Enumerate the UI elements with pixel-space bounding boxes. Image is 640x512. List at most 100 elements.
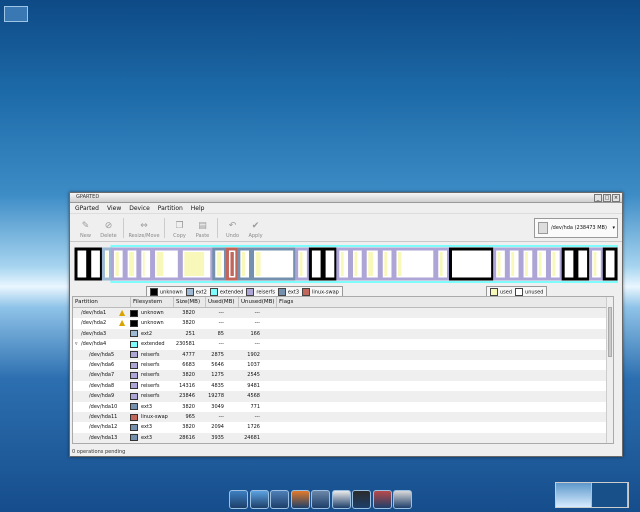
used-space-fill [497,252,501,276]
delete-button[interactable]: ⊘ Delete [97,221,120,241]
partition-block[interactable] [506,247,522,281]
table-row[interactable]: /dev/hda9 reiserfs 23846 19278 4568 [73,391,613,402]
resize-move-button[interactable]: ⇔ Resize/Move [127,221,161,241]
partition-block[interactable] [393,247,437,281]
partition-block[interactable] [363,247,381,281]
partition-block[interactable] [138,247,154,281]
partition-block[interactable] [520,247,536,281]
col-used[interactable]: Used(MB) [206,297,239,307]
filesystem-cell: reiserfs [128,381,168,391]
partition-block[interactable] [561,247,577,281]
table-row[interactable]: /dev/hda12 ext3 3820 2094 1726 [73,422,613,432]
partition-block[interactable] [589,247,604,281]
table-row[interactable]: /dev/hda6 reiserfs 6683 5646 1037 [73,360,613,370]
settings-icon[interactable] [311,490,330,509]
vertical-scrollbar[interactable] [606,297,613,443]
col-flags[interactable]: Flags [277,297,613,307]
partition-block[interactable] [322,247,338,281]
table-row[interactable]: /dev/hda13 ext3 28616 3935 24681 [73,432,613,443]
partition-block[interactable] [88,247,103,281]
table-row[interactable]: /dev/hda5 reiserfs 4777 2875 1902 [73,349,613,360]
partition-block[interactable] [295,247,310,281]
table-row[interactable]: /dev/hda8 reiserfs 14316 4835 9481 [73,381,613,391]
maximize-button[interactable]: □ [603,194,611,202]
media-icon[interactable] [331,490,351,509]
partition-name: /dev/hda12 [89,424,118,431]
used-space-fill [439,252,443,276]
used-space-fill [216,252,222,276]
desktop-icon[interactable] [4,6,28,22]
partition-block[interactable] [448,247,495,281]
workspace-1[interactable] [556,483,592,507]
undo-button[interactable]: ↶ Undo [221,221,244,241]
table-row[interactable]: /dev/hda2 ▲ unknown 3820 --- --- [73,318,613,328]
col-filesystem[interactable]: Filesystem [131,297,174,307]
workspace-2[interactable] [592,483,628,507]
table-row[interactable]: /dev/hda11 linux-swap 965 --- --- [73,411,613,423]
used-space-fill [129,252,134,276]
partition-block[interactable] [179,247,214,281]
table-row[interactable]: /dev/hda10 ext3 3820 3049 771 [73,402,613,412]
table-row[interactable]: ▿/dev/hda4 extended 230581 --- --- [73,339,613,349]
partition-block[interactable] [336,247,352,281]
table-row[interactable]: /dev/hda3 ext2 251 85 166 [73,328,613,340]
paste-button[interactable]: ▤ Paste [191,221,214,241]
packages-icon[interactable] [393,490,412,509]
workspace-pager[interactable] [555,482,629,508]
unused-cell: 1037 [247,361,260,368]
file-manager-icon[interactable] [270,490,289,509]
menu-partition[interactable]: Partition [158,205,183,212]
scrollbar-thumb[interactable] [608,307,612,357]
window-title: GPARTED [76,194,100,200]
minimize-button[interactable]: _ [594,194,602,202]
partition-block[interactable] [575,247,591,281]
table-row[interactable]: /dev/hda1 ▲ unknown 3820 --- --- [73,308,613,319]
partition-block[interactable] [74,247,90,281]
partition-block[interactable] [124,247,140,281]
close-button[interactable]: × [612,194,620,202]
menu-help[interactable]: Help [191,205,205,212]
partition-block[interactable] [152,247,181,281]
monitor-icon[interactable] [229,490,248,509]
filesystem-name: ext3 [141,434,153,441]
partition-block[interactable] [547,247,563,281]
partition-outline [322,247,338,281]
used-space-fill [593,252,597,276]
menu-gparted[interactable]: GParted [75,205,99,212]
partition-block[interactable] [101,247,112,281]
partition-block[interactable] [251,247,297,281]
col-size[interactable]: Size(MB) [174,297,206,307]
resize-icon: ⇔ [140,221,148,231]
legend-swatch [490,288,498,296]
tools-icon[interactable] [372,490,392,509]
col-unused[interactable]: Unused(MB) [239,297,277,307]
partition-block[interactable] [212,247,227,281]
terminal-icon[interactable] [352,490,371,509]
title-bar[interactable]: GPARTED _ □ × [70,193,622,203]
expander-icon[interactable]: ▿ [75,339,78,349]
partition-block[interactable] [237,247,253,281]
device-selector[interactable]: /dev/hda (238473 MB) ▾ [534,218,618,238]
col-partition[interactable]: Partition [73,297,131,307]
partition-block[interactable] [350,247,365,281]
partition-block[interactable] [379,247,395,281]
table-row[interactable]: /dev/hda7 reiserfs 3820 1275 2545 [73,370,613,381]
partition-block[interactable] [534,247,549,281]
partition-block[interactable] [225,247,239,281]
menu-device[interactable]: Device [129,205,150,212]
partition-block[interactable] [110,247,126,281]
disk-icon [538,222,548,234]
partition-block[interactable] [435,247,450,281]
menu-view[interactable]: View [107,205,121,212]
new-button[interactable]: ✎ New [74,221,97,241]
partition-block[interactable] [308,247,324,281]
disk-map [74,245,618,283]
firefox-icon[interactable] [290,490,310,509]
filesystem-name: reiserfs [141,351,160,358]
globe-icon[interactable] [249,490,269,509]
partition-block[interactable] [602,247,618,281]
partition-block[interactable] [493,247,508,281]
apply-button[interactable]: ✔ Apply [244,221,267,241]
gparted-window: GPARTED _ □ × GParted View Device Partit… [69,192,623,457]
copy-button[interactable]: ❐ Copy [168,221,191,241]
